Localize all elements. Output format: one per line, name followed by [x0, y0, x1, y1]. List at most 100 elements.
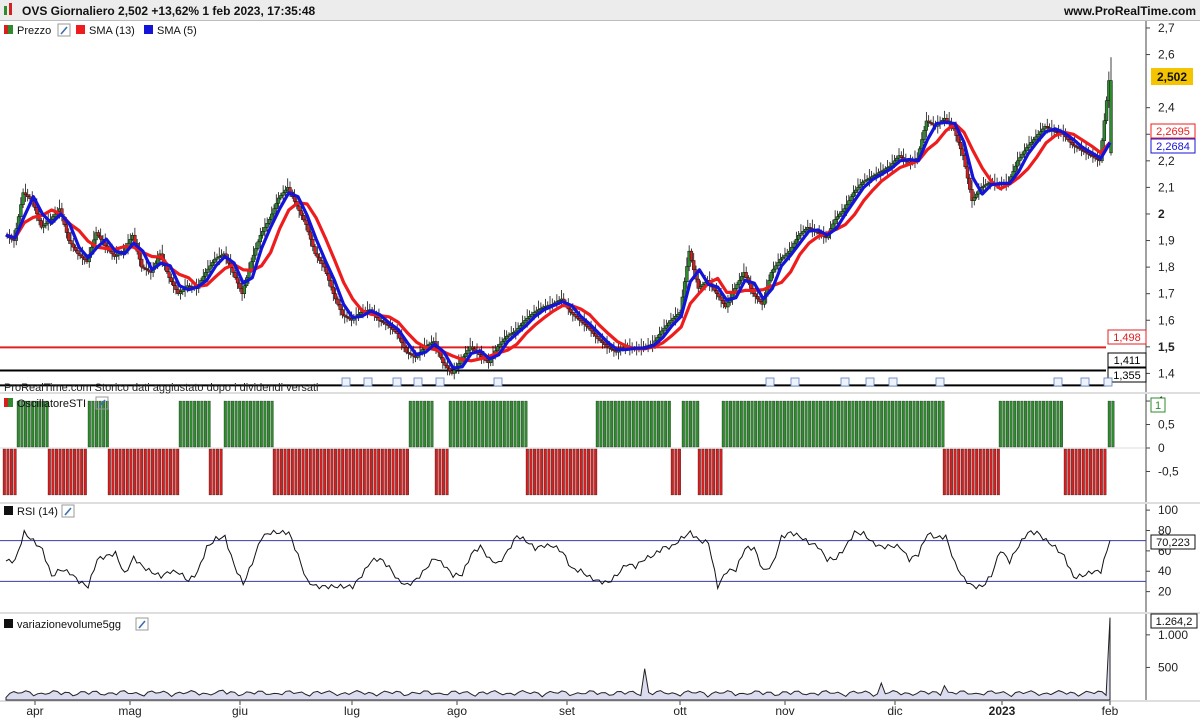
candle-body [603, 342, 607, 346]
sti-bar [826, 400, 830, 448]
candle-body [19, 204, 23, 217]
sti-bar [459, 400, 463, 448]
sti-bar [736, 400, 740, 448]
candle-body [128, 238, 132, 244]
candle-body [575, 316, 580, 319]
sti-bar [923, 400, 927, 448]
level-label: 1,411 [1114, 355, 1141, 367]
dividend-icon [765, 377, 775, 387]
wrench-icon[interactable] [135, 617, 149, 631]
candle-body [210, 262, 215, 267]
candle-body [530, 314, 534, 317]
sti-bar [551, 448, 554, 496]
sti-bar [1092, 448, 1096, 496]
candle-body [274, 203, 278, 209]
sti-bar [862, 400, 866, 448]
x-tick-label: lug [344, 704, 360, 718]
sti-bar [554, 448, 558, 496]
sti-bar [533, 448, 536, 496]
volume-legend[interactable]: variazionevolume5gg [4, 617, 149, 631]
sti-bar [147, 448, 151, 496]
sti-bar [937, 400, 941, 448]
sti-bar [172, 448, 176, 496]
candle-body [1022, 150, 1027, 155]
dividend-icon [435, 377, 445, 387]
sti-bar [768, 400, 772, 448]
sti-bar [391, 448, 395, 496]
sti-bar [993, 448, 997, 496]
sti-bar [547, 448, 551, 496]
candle-body [208, 265, 212, 270]
candle-body [1018, 157, 1022, 162]
candle-body [584, 323, 589, 327]
candle-body [735, 284, 739, 289]
brand-link[interactable]: www.ProRealTime.com [1063, 4, 1196, 18]
candle-body [776, 262, 780, 267]
sti-bar [1009, 400, 1013, 448]
candle-body [596, 335, 600, 340]
sti-bar [495, 400, 499, 448]
sti-bar [1038, 400, 1042, 448]
candle-body [99, 235, 103, 240]
candle-body [256, 241, 260, 249]
candle-body [520, 322, 525, 326]
candle-body [844, 204, 849, 209]
sti-bar [241, 400, 245, 448]
sti-bar [395, 448, 399, 496]
candle-body [110, 250, 114, 255]
y-tick-label: 2,7 [1158, 21, 1175, 35]
candle-body [258, 234, 262, 243]
horizontal-levels[interactable]: 1,498 1,411 1,355 [0, 329, 1147, 387]
sti-bar [873, 400, 876, 448]
sti-bar [851, 400, 855, 448]
sti-bar [334, 448, 337, 496]
candle-body [968, 177, 972, 190]
y-tick-label: 2,1 [1158, 180, 1175, 194]
candle-body [338, 304, 342, 310]
candle-body [254, 248, 258, 256]
sti-bar [129, 448, 133, 496]
candle-body [660, 330, 664, 335]
candle-body [281, 192, 285, 196]
sti-bar [819, 400, 822, 448]
sti-bar [657, 400, 660, 448]
rsi-legend[interactable]: RSI (14) [4, 504, 75, 518]
candle-body [965, 166, 970, 179]
sti-bar [249, 400, 252, 448]
sti-bar [73, 448, 76, 496]
sti-bar [55, 448, 58, 496]
sti-bar [499, 400, 503, 448]
sti-bar [1042, 400, 1045, 448]
price-legend[interactable]: Prezzo SMA (13) SMA (5) [4, 23, 197, 37]
candle-body [1029, 141, 1033, 146]
sti-bar [536, 448, 540, 496]
candle-body [801, 230, 805, 234]
sti-bar [47, 448, 51, 496]
svg-text:1: 1 [1155, 400, 1161, 412]
wrench-icon[interactable] [57, 23, 71, 37]
trading-chart[interactable]: OVS Giornaliero 2,502 +13,62% 1 feb 2023… [0, 0, 1200, 720]
sti-bar [712, 448, 716, 496]
candle-body [78, 253, 82, 257]
sma5-line [5, 120, 1112, 370]
sti-bar [510, 400, 513, 448]
candle-body [568, 308, 573, 313]
volume-last-badge: 1.264,2 [1150, 613, 1198, 629]
sti-bar [912, 400, 916, 448]
sti-bar [606, 400, 610, 448]
sti-bar [876, 400, 880, 448]
candle-body [336, 298, 340, 305]
legend-sma5: SMA (5) [157, 25, 197, 37]
sti-bar [492, 400, 495, 448]
sti-bar [761, 400, 765, 448]
sti-bar [330, 448, 334, 496]
sti-bar [355, 448, 359, 496]
sti-bar [502, 400, 506, 448]
wrench-icon[interactable] [61, 504, 75, 518]
candle-body [26, 194, 30, 197]
sti-bar [227, 400, 231, 448]
candle-body [737, 280, 741, 285]
sti-bar [319, 448, 323, 496]
y-tick-label: -0,5 [1158, 464, 1179, 478]
dividend-icon [1080, 377, 1090, 387]
